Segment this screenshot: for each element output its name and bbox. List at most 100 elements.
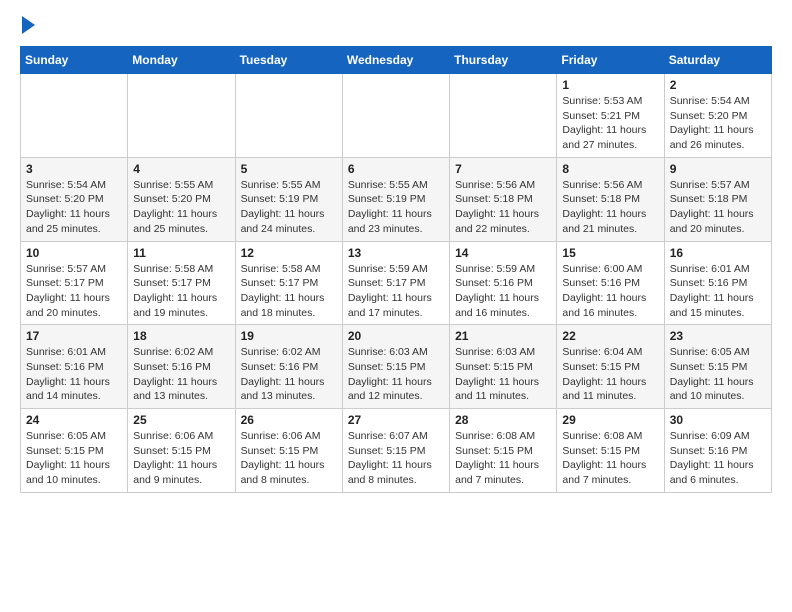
day-number: 20 [348,329,444,343]
day-info: Sunrise: 5:59 AMSunset: 5:16 PMDaylight:… [455,262,551,321]
calendar-weekday-thursday: Thursday [450,47,557,74]
day-number: 25 [133,413,229,427]
calendar-cell [342,74,449,158]
day-info: Sunrise: 6:08 AMSunset: 5:15 PMDaylight:… [562,429,658,488]
day-info: Sunrise: 5:57 AMSunset: 5:18 PMDaylight:… [670,178,766,237]
calendar-cell: 15 Sunrise: 6:00 AMSunset: 5:16 PMDayligh… [557,241,664,325]
day-info: Sunrise: 6:00 AMSunset: 5:16 PMDaylight:… [562,262,658,321]
calendar-week-row: 1 Sunrise: 5:53 AMSunset: 5:21 PMDaylight… [21,74,772,158]
day-info: Sunrise: 5:58 AMSunset: 5:17 PMDaylight:… [241,262,337,321]
day-info: Sunrise: 6:05 AMSunset: 5:15 PMDaylight:… [670,345,766,404]
day-number: 1 [562,78,658,92]
day-info: Sunrise: 5:56 AMSunset: 5:18 PMDaylight:… [455,178,551,237]
calendar-cell: 1 Sunrise: 5:53 AMSunset: 5:21 PMDaylight… [557,74,664,158]
day-number: 13 [348,246,444,260]
calendar-cell: 12Sunrise: 5:58 AMSunset: 5:17 PMDayligh… [235,241,342,325]
day-info: Sunrise: 6:01 AMSunset: 5:16 PMDaylight:… [670,262,766,321]
page-header [20,16,772,36]
day-info: Sunrise: 5:54 AMSunset: 5:20 PMDaylight:… [26,178,122,237]
day-number: 5 [241,162,337,176]
day-info: Sunrise: 5:56 AMSunset: 5:18 PMDaylight:… [562,178,658,237]
calendar-cell: 14 Sunrise: 5:59 AMSunset: 5:16 PMDayligh… [450,241,557,325]
day-info: Sunrise: 5:53 AMSunset: 5:21 PMDaylight:… [562,94,658,153]
calendar-cell: 29 Sunrise: 6:08 AMSunset: 5:15 PMDayligh… [557,409,664,493]
calendar-cell: 3 Sunrise: 5:54 AMSunset: 5:20 PMDaylight… [21,157,128,241]
logo [20,16,35,36]
calendar-body: 1 Sunrise: 5:53 AMSunset: 5:21 PMDaylight… [21,74,772,493]
calendar-week-row: 24Sunrise: 6:05 AMSunset: 5:15 PMDayligh… [21,409,772,493]
day-info: Sunrise: 5:57 AMSunset: 5:17 PMDaylight:… [26,262,122,321]
day-number: 24 [26,413,122,427]
calendar-cell [235,74,342,158]
day-info: Sunrise: 6:02 AMSunset: 5:16 PMDaylight:… [133,345,229,404]
day-number: 8 [562,162,658,176]
calendar-cell: 6 Sunrise: 5:55 AMSunset: 5:19 PMDaylight… [342,157,449,241]
day-info: Sunrise: 6:04 AMSunset: 5:15 PMDaylight:… [562,345,658,404]
calendar-cell: 11 Sunrise: 5:58 AMSunset: 5:17 PMDayligh… [128,241,235,325]
calendar-cell: 9 Sunrise: 5:57 AMSunset: 5:18 PMDaylight… [664,157,771,241]
calendar-cell: 23 Sunrise: 6:05 AMSunset: 5:15 PMDayligh… [664,325,771,409]
day-info: Sunrise: 6:09 AMSunset: 5:16 PMDaylight:… [670,429,766,488]
calendar-header-row: SundayMondayTuesdayWednesdayThursdayFrid… [21,47,772,74]
calendar-weekday-sunday: Sunday [21,47,128,74]
calendar-cell: 16 Sunrise: 6:01 AMSunset: 5:16 PMDayligh… [664,241,771,325]
day-number: 17 [26,329,122,343]
day-info: Sunrise: 6:03 AMSunset: 5:15 PMDaylight:… [348,345,444,404]
day-info: Sunrise: 5:55 AMSunset: 5:19 PMDaylight:… [241,178,337,237]
day-number: 30 [670,413,766,427]
day-number: 18 [133,329,229,343]
calendar-cell: 17 Sunrise: 6:01 AMSunset: 5:16 PMDayligh… [21,325,128,409]
calendar-week-row: 17 Sunrise: 6:01 AMSunset: 5:16 PMDayligh… [21,325,772,409]
day-number: 27 [348,413,444,427]
day-number: 22 [562,329,658,343]
day-info: Sunrise: 6:08 AMSunset: 5:15 PMDaylight:… [455,429,551,488]
day-number: 14 [455,246,551,260]
day-number: 2 [670,78,766,92]
day-number: 7 [455,162,551,176]
day-info: Sunrise: 6:01 AMSunset: 5:16 PMDaylight:… [26,345,122,404]
day-info: Sunrise: 6:06 AMSunset: 5:15 PMDaylight:… [241,429,337,488]
day-number: 16 [670,246,766,260]
day-info: Sunrise: 5:59 AMSunset: 5:17 PMDaylight:… [348,262,444,321]
day-info: Sunrise: 5:58 AMSunset: 5:17 PMDaylight:… [133,262,229,321]
calendar-cell [128,74,235,158]
day-number: 26 [241,413,337,427]
day-number: 28 [455,413,551,427]
calendar-cell: 25 Sunrise: 6:06 AMSunset: 5:15 PMDayligh… [128,409,235,493]
calendar-cell: 10 Sunrise: 5:57 AMSunset: 5:17 PMDayligh… [21,241,128,325]
calendar-cell [21,74,128,158]
day-number: 3 [26,162,122,176]
calendar-header: SundayMondayTuesdayWednesdayThursdayFrid… [21,47,772,74]
calendar-week-row: 10 Sunrise: 5:57 AMSunset: 5:17 PMDayligh… [21,241,772,325]
day-number: 15 [562,246,658,260]
calendar-cell: 13 Sunrise: 5:59 AMSunset: 5:17 PMDayligh… [342,241,449,325]
day-number: 9 [670,162,766,176]
calendar-week-row: 3 Sunrise: 5:54 AMSunset: 5:20 PMDaylight… [21,157,772,241]
day-info: Sunrise: 5:55 AMSunset: 5:20 PMDaylight:… [133,178,229,237]
calendar-weekday-wednesday: Wednesday [342,47,449,74]
calendar-cell: 30 Sunrise: 6:09 AMSunset: 5:16 PMDayligh… [664,409,771,493]
calendar-cell: 2 Sunrise: 5:54 AMSunset: 5:20 PMDaylight… [664,74,771,158]
day-number: 11 [133,246,229,260]
day-number: 23 [670,329,766,343]
calendar-cell: 21Sunrise: 6:03 AMSunset: 5:15 PMDayligh… [450,325,557,409]
day-info: Sunrise: 5:54 AMSunset: 5:20 PMDaylight:… [670,94,766,153]
calendar-cell: 7 Sunrise: 5:56 AMSunset: 5:18 PMDaylight… [450,157,557,241]
day-info: Sunrise: 6:06 AMSunset: 5:15 PMDaylight:… [133,429,229,488]
calendar-cell: 18 Sunrise: 6:02 AMSunset: 5:16 PMDayligh… [128,325,235,409]
calendar-cell: 5 Sunrise: 5:55 AMSunset: 5:19 PMDaylight… [235,157,342,241]
calendar-weekday-saturday: Saturday [664,47,771,74]
calendar-weekday-tuesday: Tuesday [235,47,342,74]
calendar-cell: 20 Sunrise: 6:03 AMSunset: 5:15 PMDayligh… [342,325,449,409]
day-info: Sunrise: 6:03 AMSunset: 5:15 PMDaylight:… [455,345,551,404]
day-number: 4 [133,162,229,176]
day-info: Sunrise: 6:02 AMSunset: 5:16 PMDaylight:… [241,345,337,404]
day-number: 10 [26,246,122,260]
calendar-cell: 8 Sunrise: 5:56 AMSunset: 5:18 PMDaylight… [557,157,664,241]
logo-arrow-icon [22,16,35,34]
calendar-cell: 19Sunrise: 6:02 AMSunset: 5:16 PMDayligh… [235,325,342,409]
calendar-cell [450,74,557,158]
day-number: 6 [348,162,444,176]
day-number: 29 [562,413,658,427]
day-info: Sunrise: 5:55 AMSunset: 5:19 PMDaylight:… [348,178,444,237]
